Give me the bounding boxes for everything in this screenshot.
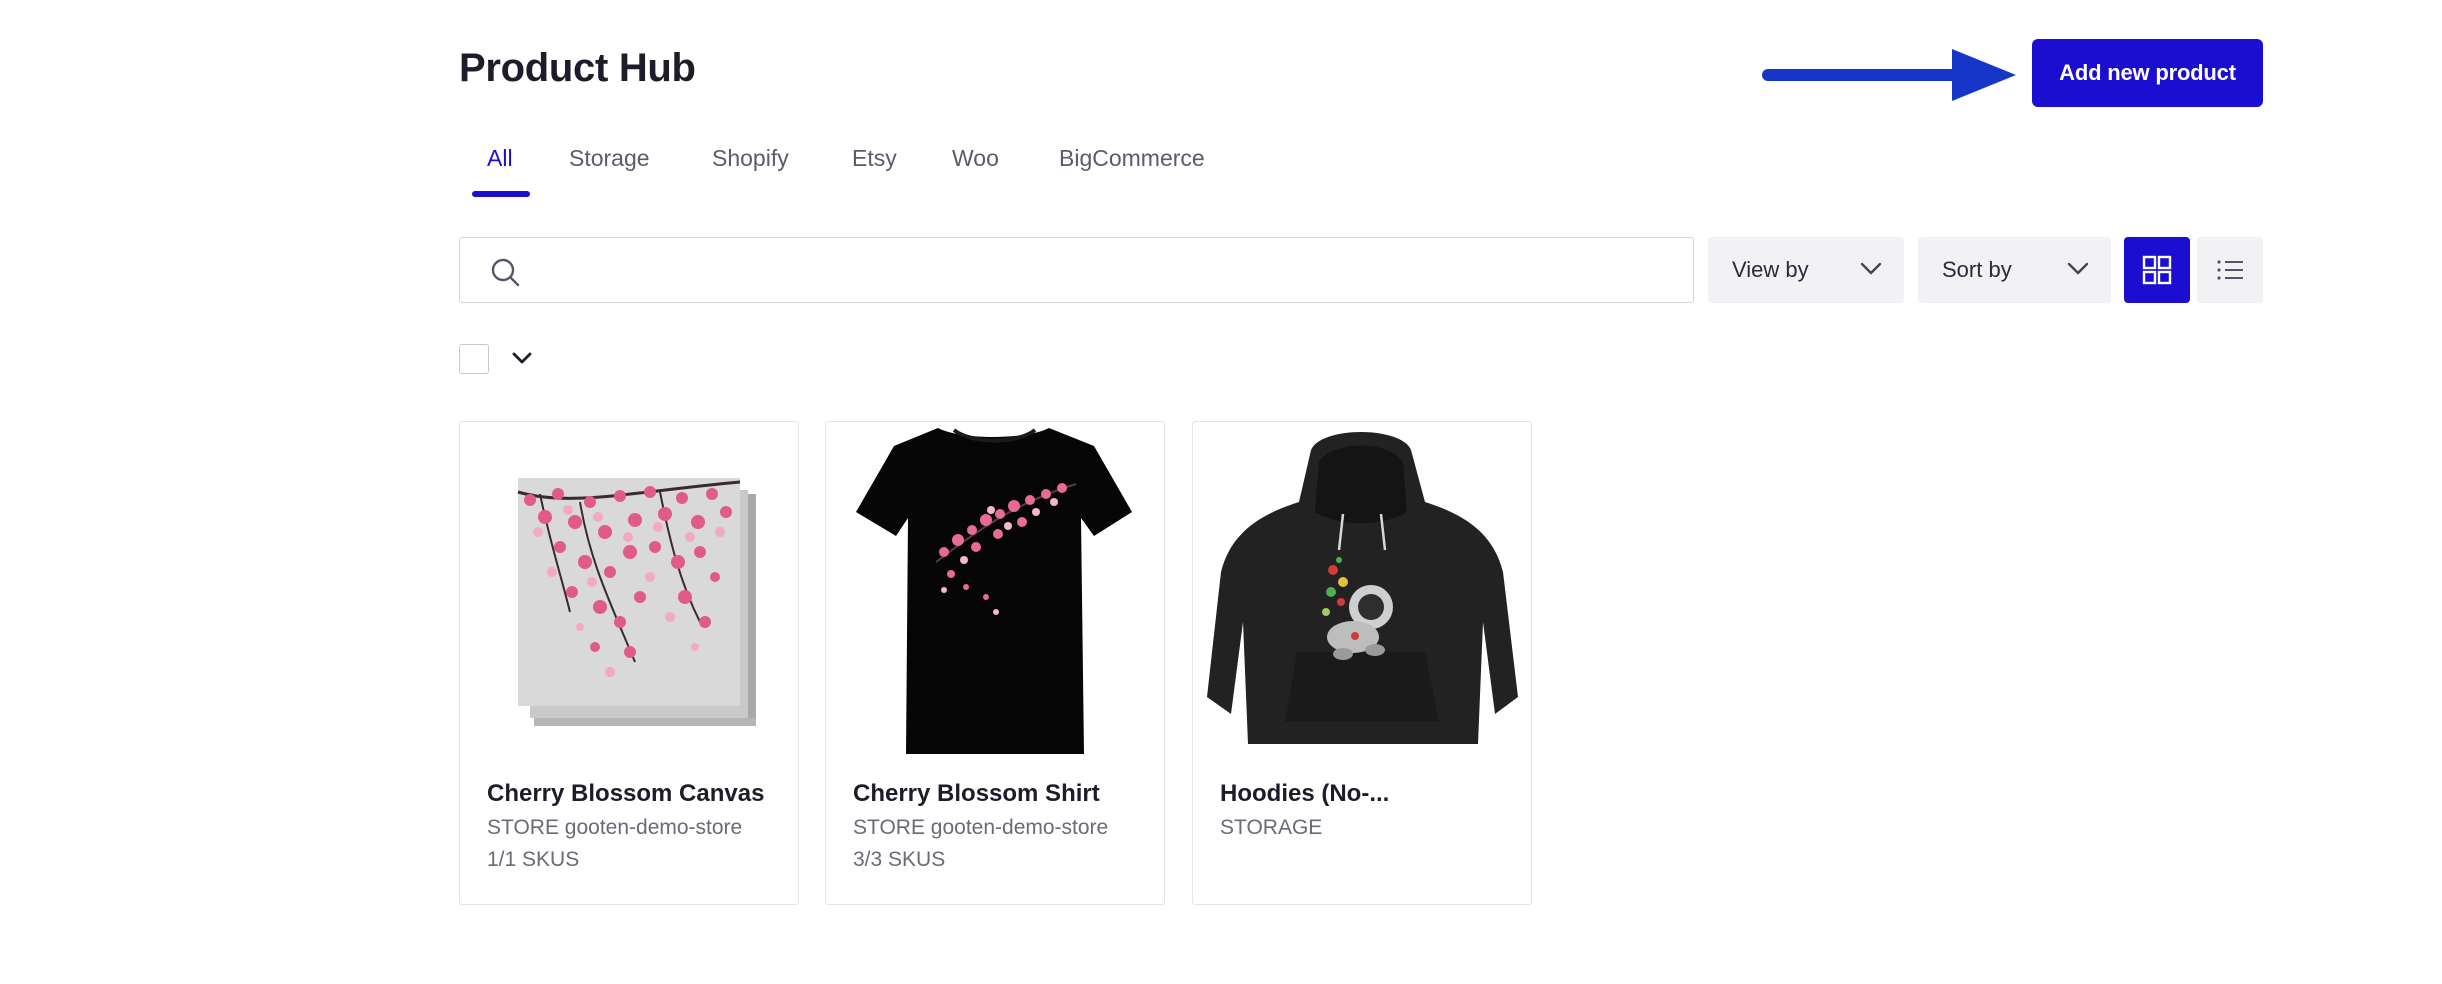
list-view-button[interactable] bbox=[2197, 237, 2263, 303]
search-icon bbox=[491, 258, 520, 287]
add-new-product-button[interactable]: Add new product bbox=[2032, 39, 2263, 107]
search-box bbox=[459, 237, 1694, 303]
product-card[interactable]: Cherry Blossom Canvas STORE gooten-demo-… bbox=[459, 421, 799, 905]
tab-storage[interactable]: Storage bbox=[569, 145, 650, 172]
list-icon bbox=[2217, 260, 2243, 280]
select-all-checkbox[interactable] bbox=[459, 344, 489, 374]
tab-woo[interactable]: Woo bbox=[952, 145, 999, 172]
search-input[interactable] bbox=[538, 248, 1678, 292]
product-hub-page: Product Hub Add new product All Storage … bbox=[0, 0, 2442, 984]
chevron-down-icon bbox=[2067, 262, 2089, 275]
product-skus: 3/3 SKUS bbox=[853, 848, 946, 871]
product-skus: 1/1 SKUS bbox=[487, 848, 580, 871]
product-image bbox=[1207, 432, 1518, 744]
tab-bigcommerce[interactable]: BigCommerce bbox=[1059, 145, 1205, 172]
product-name: Hoodies (No-... bbox=[1220, 780, 1390, 807]
product-image bbox=[856, 428, 1132, 754]
product-card[interactable]: Hoodies (No-... STORAGE bbox=[1192, 421, 1532, 905]
view-by-label: View by bbox=[1732, 257, 1809, 282]
product-card[interactable]: Cherry Blossom Shirt STORE gooten-demo-s… bbox=[825, 421, 1165, 905]
product-image bbox=[517, 478, 756, 726]
product-store: STORE gooten-demo-store bbox=[853, 816, 1109, 839]
sort-by-label: Sort by bbox=[1942, 257, 2012, 282]
grid-view-button[interactable] bbox=[2124, 237, 2190, 303]
arrow-annotation-icon bbox=[1762, 49, 2016, 101]
product-store: STORE gooten-demo-store bbox=[487, 816, 743, 839]
active-tab-indicator bbox=[472, 191, 530, 197]
tab-etsy[interactable]: Etsy bbox=[852, 145, 897, 172]
grid-icon bbox=[2142, 255, 2172, 285]
sort-by-dropdown[interactable]: Sort by bbox=[1918, 237, 2111, 303]
chevron-down-icon[interactable] bbox=[512, 350, 532, 366]
product-name: Cherry Blossom Canvas bbox=[487, 780, 765, 807]
tab-shopify[interactable]: Shopify bbox=[712, 145, 789, 172]
chevron-down-icon bbox=[1860, 262, 1882, 275]
page-title: Product Hub bbox=[459, 46, 696, 90]
product-store: STORAGE bbox=[1220, 816, 1323, 839]
product-name: Cherry Blossom Shirt bbox=[853, 780, 1100, 807]
view-by-dropdown[interactable]: View by bbox=[1708, 237, 1904, 303]
tab-all[interactable]: All bbox=[487, 145, 513, 172]
